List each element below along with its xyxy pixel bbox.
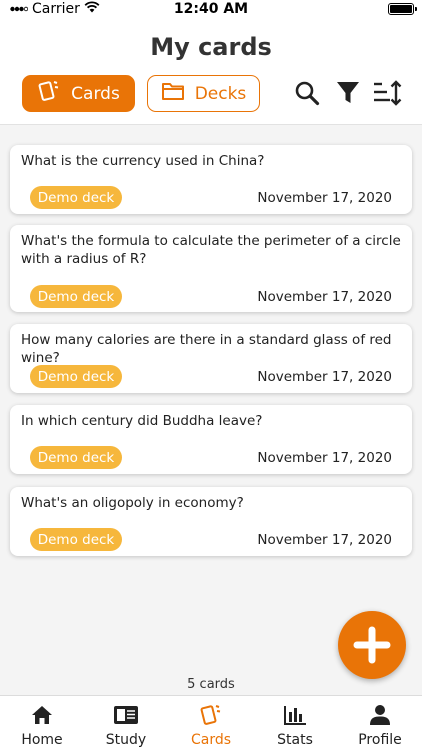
tab-stats-label: Stats [277,732,313,748]
card-question: What's the formula to calculate the peri… [21,233,401,267]
status-bar: Carrier 12:40 AM [0,0,422,20]
folder-icon [161,81,185,106]
segment-cards-label: Cards [71,83,120,104]
add-card-button[interactable] [338,611,406,679]
deck-tag: Demo deck [30,186,122,209]
cards-icon [37,80,61,107]
card-date: November 17, 2020 [257,532,392,548]
card-item[interactable]: What is the currency used in China? Demo… [10,145,412,214]
card-count: 5 cards [187,677,235,692]
tab-study[interactable]: Study [84,696,168,750]
tab-stats[interactable]: Stats [253,696,337,750]
card-question: What's an oligopoly in economy? [21,495,244,511]
segment-cards-button[interactable]: Cards [22,75,135,112]
bar-chart-icon [253,704,337,726]
tab-bar: Home Study Cards Stats Profile [0,695,422,750]
sort-icon[interactable] [372,78,402,108]
deck-tag: Demo deck [30,446,122,469]
tab-home-label: Home [21,732,63,748]
card-item[interactable]: In which century did Buddha leave? Demo … [10,405,412,474]
tab-profile[interactable]: Profile [338,696,422,750]
user-icon [338,704,422,726]
search-icon[interactable] [292,78,322,108]
card-date: November 17, 2020 [257,190,392,206]
filter-icon[interactable] [333,78,363,108]
segment-decks-button[interactable]: Decks [147,75,260,112]
card-item[interactable]: What's an oligopoly in economy? Demo dec… [10,487,412,556]
page-title: My cards [150,33,272,61]
cards-list[interactable]: What is the currency used in China? Demo… [0,124,422,695]
status-time: 12:40 AM [173,1,249,17]
deck-tag: Demo deck [30,365,122,388]
card-date: November 17, 2020 [257,450,392,466]
card-item[interactable]: What's the formula to calculate the peri… [10,225,412,312]
segment-decks-label: Decks [194,83,247,104]
card-date: November 17, 2020 [257,289,392,305]
tab-home[interactable]: Home [0,696,84,750]
card-question: In which century did Buddha leave? [21,413,263,429]
tab-cards-label: Cards [190,732,232,748]
tab-cards[interactable]: Cards [169,696,253,750]
book-icon [84,704,168,726]
tab-profile-label: Profile [358,732,402,748]
card-question: How many calories are there in a standar… [21,332,392,366]
cards-icon [169,704,253,726]
tab-study-label: Study [105,732,147,748]
battery-icon [388,3,417,15]
deck-tag: Demo deck [30,285,122,308]
card-date: November 17, 2020 [257,369,392,385]
home-icon [0,704,84,726]
plus-icon [353,626,391,664]
deck-tag: Demo deck [30,528,122,551]
card-question: What is the currency used in China? [21,153,265,169]
card-item[interactable]: How many calories are there in a standar… [10,324,412,393]
